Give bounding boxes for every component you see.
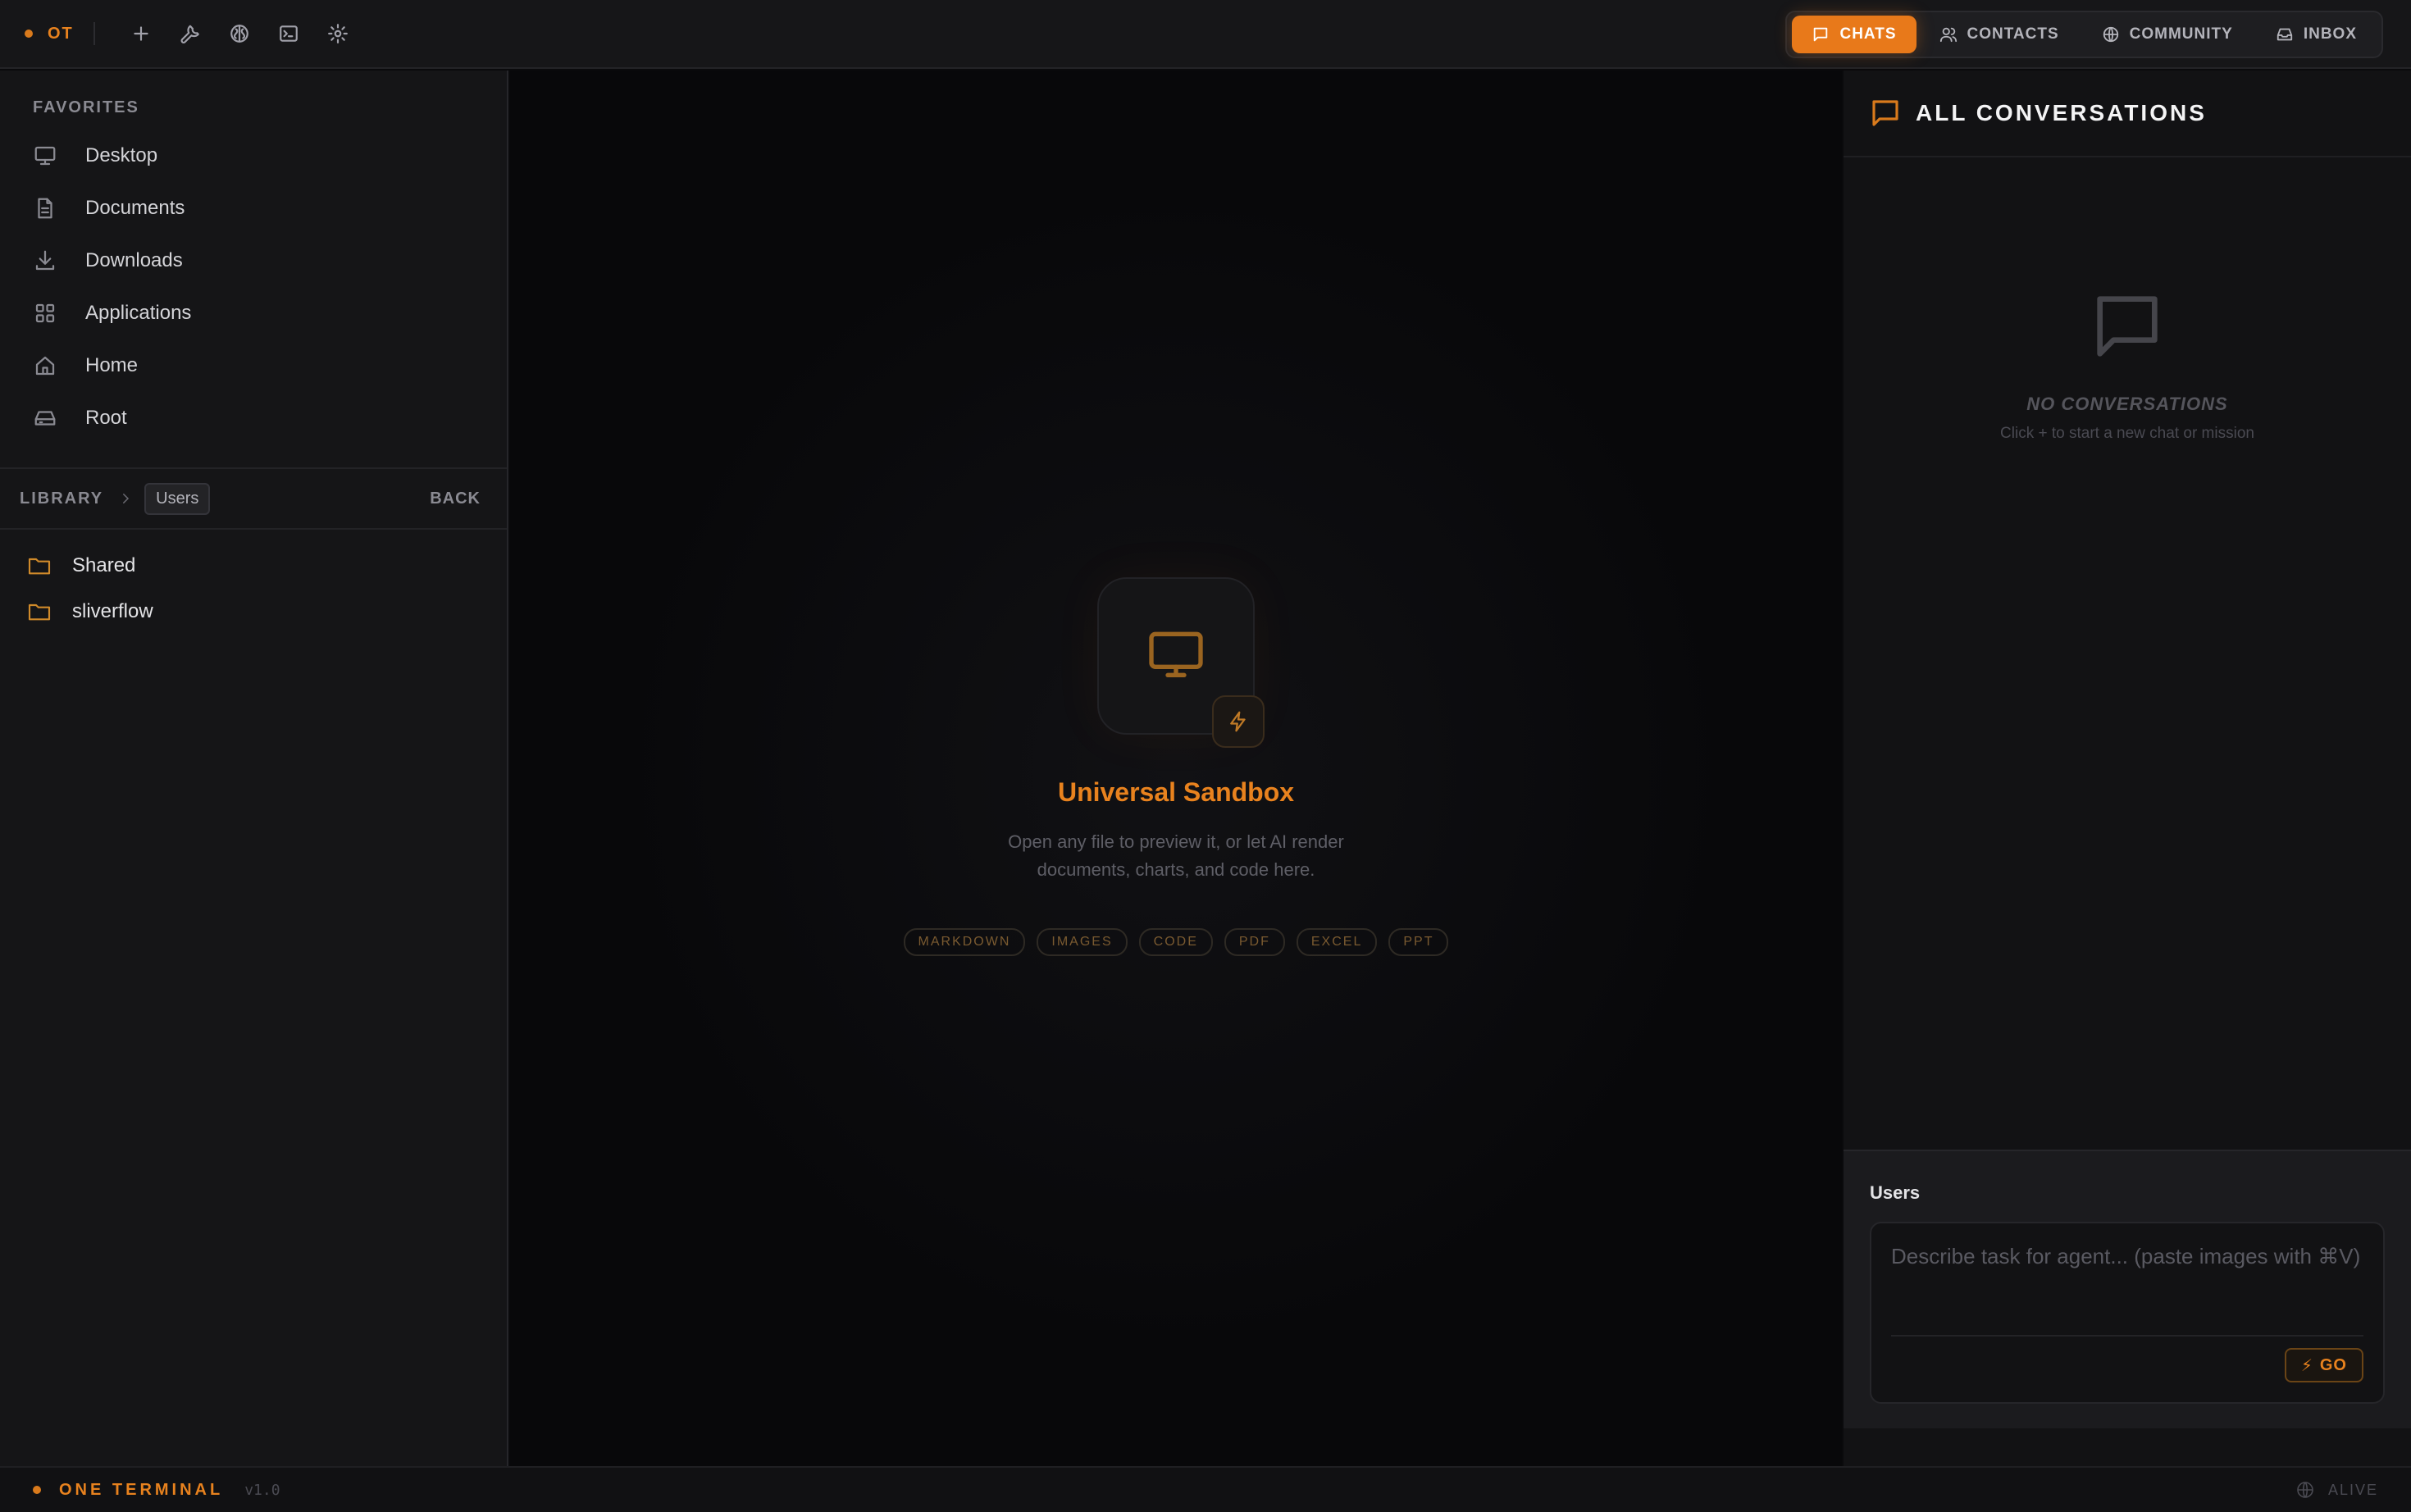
users-icon [1939, 27, 1957, 43]
brand[interactable]: OT [25, 17, 74, 50]
folder-icon [28, 603, 51, 621]
composer-context-label: Users [1870, 1182, 1921, 1203]
sandbox-viewer: Universal Sandbox Open any file to previ… [510, 71, 1842, 1466]
bolt-badge [1212, 695, 1265, 748]
empty-state-title: NO CONVERSATIONS [2026, 394, 2228, 414]
tab-contacts[interactable]: CONTACTS [1920, 16, 2079, 53]
folder-label: Shared [72, 554, 136, 576]
format-tag: IMAGES [1037, 928, 1128, 956]
globe-icon [2297, 1482, 2313, 1498]
sidebar-item-home[interactable]: Home [33, 344, 492, 387]
new-button[interactable] [116, 9, 166, 58]
top-bar: OT CHATS CONTACTS COMMUNITY INBOX [0, 0, 2411, 69]
app-version: v1.0 [244, 1481, 280, 1499]
tab-inbox-label: INBOX [2303, 25, 2357, 43]
bolt-icon [1230, 711, 1246, 732]
empty-state-subtitle: Click + to start a new chat or mission [2000, 425, 2254, 442]
format-tag: CODE [1138, 928, 1213, 956]
back-button[interactable]: BACK [430, 490, 481, 508]
task-composer: Users ⚡ GO [1844, 1150, 2411, 1428]
terminal-icon [279, 25, 298, 42]
brain-icon [230, 25, 248, 43]
globe-icon [2103, 26, 2118, 43]
conversations-header: ALL CONVERSATIONS [1844, 71, 2411, 157]
go-button[interactable]: ⚡ GO [2284, 1348, 2363, 1382]
status-dot [33, 1486, 41, 1494]
go-label: GO [2319, 1355, 2347, 1374]
grid-icon [35, 303, 55, 323]
brand-label: OT [48, 24, 74, 43]
sidebar-item-label: Downloads [85, 249, 183, 271]
status-bar: ONE TERMINAL v1.0 ALIVE [0, 1466, 2411, 1512]
format-tag: MARKDOWN [903, 928, 1026, 956]
tab-chats[interactable]: CHATS [1792, 16, 1916, 53]
sidebar-item-label: Applications [85, 302, 192, 324]
brain-button[interactable] [215, 9, 264, 58]
plus-icon [134, 26, 148, 41]
folder-item-shared[interactable]: Shared [26, 546, 135, 585]
brand-status-dot [25, 30, 33, 38]
composer-box: ⚡ GO [1870, 1222, 2385, 1404]
home-icon [35, 356, 55, 376]
format-tag: EXCEL [1296, 928, 1378, 956]
tab-community[interactable]: COMMUNITY [2082, 16, 2253, 53]
sidebar-item-documents[interactable]: Documents [33, 187, 492, 230]
conversations-panel: ALL CONVERSATIONS NO CONVERSATIONS Click… [1844, 71, 2411, 1466]
library-divider [0, 528, 507, 530]
composer-divider [1891, 1335, 2363, 1337]
format-tag: PPT [1388, 928, 1449, 956]
sidebar-item-root[interactable]: Root [33, 397, 492, 439]
monitor-icon [34, 146, 56, 166]
download-icon [35, 250, 55, 271]
bolt-icon: ⚡ [2300, 1356, 2313, 1375]
monitor-icon [1149, 631, 1203, 677]
drive-icon [34, 411, 56, 426]
breadcrumb-current[interactable]: Users [144, 482, 211, 515]
sidebar-item-downloads[interactable]: Downloads [33, 239, 492, 282]
sidebar-item-label: Documents [85, 197, 185, 219]
chat-icon [1814, 27, 1828, 42]
chat-empty-icon [2097, 296, 2158, 357]
chevron-right-icon [123, 494, 130, 503]
format-tag: PDF [1224, 928, 1285, 956]
sidebar-item-applications[interactable]: Applications [33, 292, 492, 335]
folder-label: sliverflow [72, 600, 153, 622]
main-nav: CHATS CONTACTS COMMUNITY INBOX [1785, 11, 2383, 58]
favorites-title: FAVORITES [33, 98, 139, 116]
sidebar-item-label: Root [85, 407, 127, 429]
tab-contacts-label: CONTACTS [1967, 25, 2059, 43]
sidebar-item-label: Home [85, 354, 139, 376]
task-input[interactable] [1891, 1240, 2367, 1318]
sidebar-item-label: Desktop [85, 144, 158, 166]
format-tags: MARKDOWN IMAGES CODE PDF EXCEL PPT [510, 928, 1842, 956]
document-icon [38, 198, 52, 219]
tab-inbox[interactable]: INBOX [2256, 16, 2377, 53]
file-sidebar: FAVORITES Desktop Documents Downloads Ap… [0, 71, 508, 1466]
library-label[interactable]: LIBRARY [20, 490, 103, 508]
connection-status: ALIVE [2295, 1480, 2378, 1500]
gear-icon [327, 24, 348, 43]
inbox-icon [2277, 28, 2292, 41]
folder-item-sliverflow[interactable]: sliverflow [26, 592, 153, 631]
breadcrumb: LIBRARY Users BACK [0, 469, 507, 528]
tools-button[interactable] [166, 9, 215, 58]
settings-button[interactable] [313, 9, 362, 58]
folder-icon [28, 558, 51, 575]
sandbox-description: Open any file to preview it, or let AI r… [1008, 831, 1344, 880]
tab-community-label: COMMUNITY [2129, 25, 2233, 43]
conversations-title: ALL CONVERSATIONS [1916, 100, 2207, 125]
tab-chats-label: CHATS [1839, 25, 1897, 43]
toolbar-divider [93, 22, 95, 45]
chat-icon [1872, 100, 1898, 126]
terminal-button[interactable] [264, 9, 313, 58]
sandbox-title: Universal Sandbox [1057, 777, 1295, 807]
connection-status-label: ALIVE [2327, 1481, 2378, 1498]
app-name: ONE TERMINAL [59, 1480, 224, 1499]
wrench-icon [180, 25, 199, 43]
sidebar-item-desktop[interactable]: Desktop [33, 134, 492, 177]
